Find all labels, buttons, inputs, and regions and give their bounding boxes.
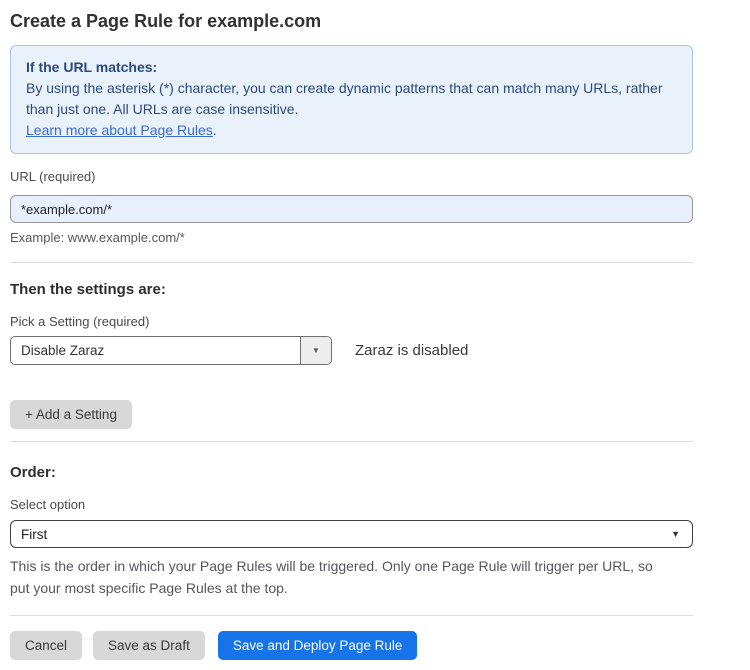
- order-section-heading: Order:: [10, 464, 693, 482]
- info-box-heading: If the URL matches:: [26, 57, 677, 78]
- info-box-body: By using the asterisk (*) character, you…: [26, 78, 666, 120]
- url-input[interactable]: [10, 195, 693, 223]
- order-helper-text: This is the order in which your Page Rul…: [10, 555, 670, 599]
- cancel-button[interactable]: Cancel: [10, 631, 82, 660]
- order-select-value: First: [21, 527, 47, 542]
- form-actions: Cancel Save as Draft Save and Deploy Pag…: [10, 631, 693, 660]
- setting-select-value: Disable Zaraz: [11, 337, 300, 364]
- info-box-link-line: Learn more about Page Rules.: [26, 120, 677, 141]
- link-suffix: .: [213, 122, 217, 138]
- setting-picker-row: Disable Zaraz ▼ Zaraz is disabled: [10, 336, 693, 365]
- page-title: Create a Page Rule for example.com: [10, 10, 693, 32]
- page-rule-form: Create a Page Rule for example.com If th…: [10, 0, 693, 660]
- divider: [10, 615, 693, 616]
- url-field-label: URL (required): [10, 169, 693, 184]
- add-setting-button[interactable]: + Add a Setting: [10, 400, 132, 429]
- learn-more-link[interactable]: Learn more about Page Rules: [26, 122, 213, 138]
- setting-status-text: Zaraz is disabled: [355, 342, 468, 359]
- setting-picker-label: Pick a Setting (required): [10, 314, 693, 329]
- divider: [10, 441, 693, 442]
- url-match-info-box: If the URL matches: By using the asteris…: [10, 45, 693, 154]
- settings-section-heading: Then the settings are:: [10, 281, 693, 299]
- chevron-down-icon: ▼: [671, 529, 680, 539]
- save-as-draft-button[interactable]: Save as Draft: [93, 631, 205, 660]
- setting-select[interactable]: Disable Zaraz ▼: [10, 336, 332, 365]
- url-example-text: Example: www.example.com/*: [10, 230, 693, 246]
- save-and-deploy-button[interactable]: Save and Deploy Page Rule: [218, 631, 418, 660]
- setting-select-arrow-button[interactable]: ▼: [300, 337, 331, 364]
- chevron-down-icon: ▼: [312, 346, 320, 355]
- order-select-label: Select option: [10, 497, 693, 512]
- order-select[interactable]: First ▼: [10, 520, 693, 548]
- divider: [10, 262, 693, 263]
